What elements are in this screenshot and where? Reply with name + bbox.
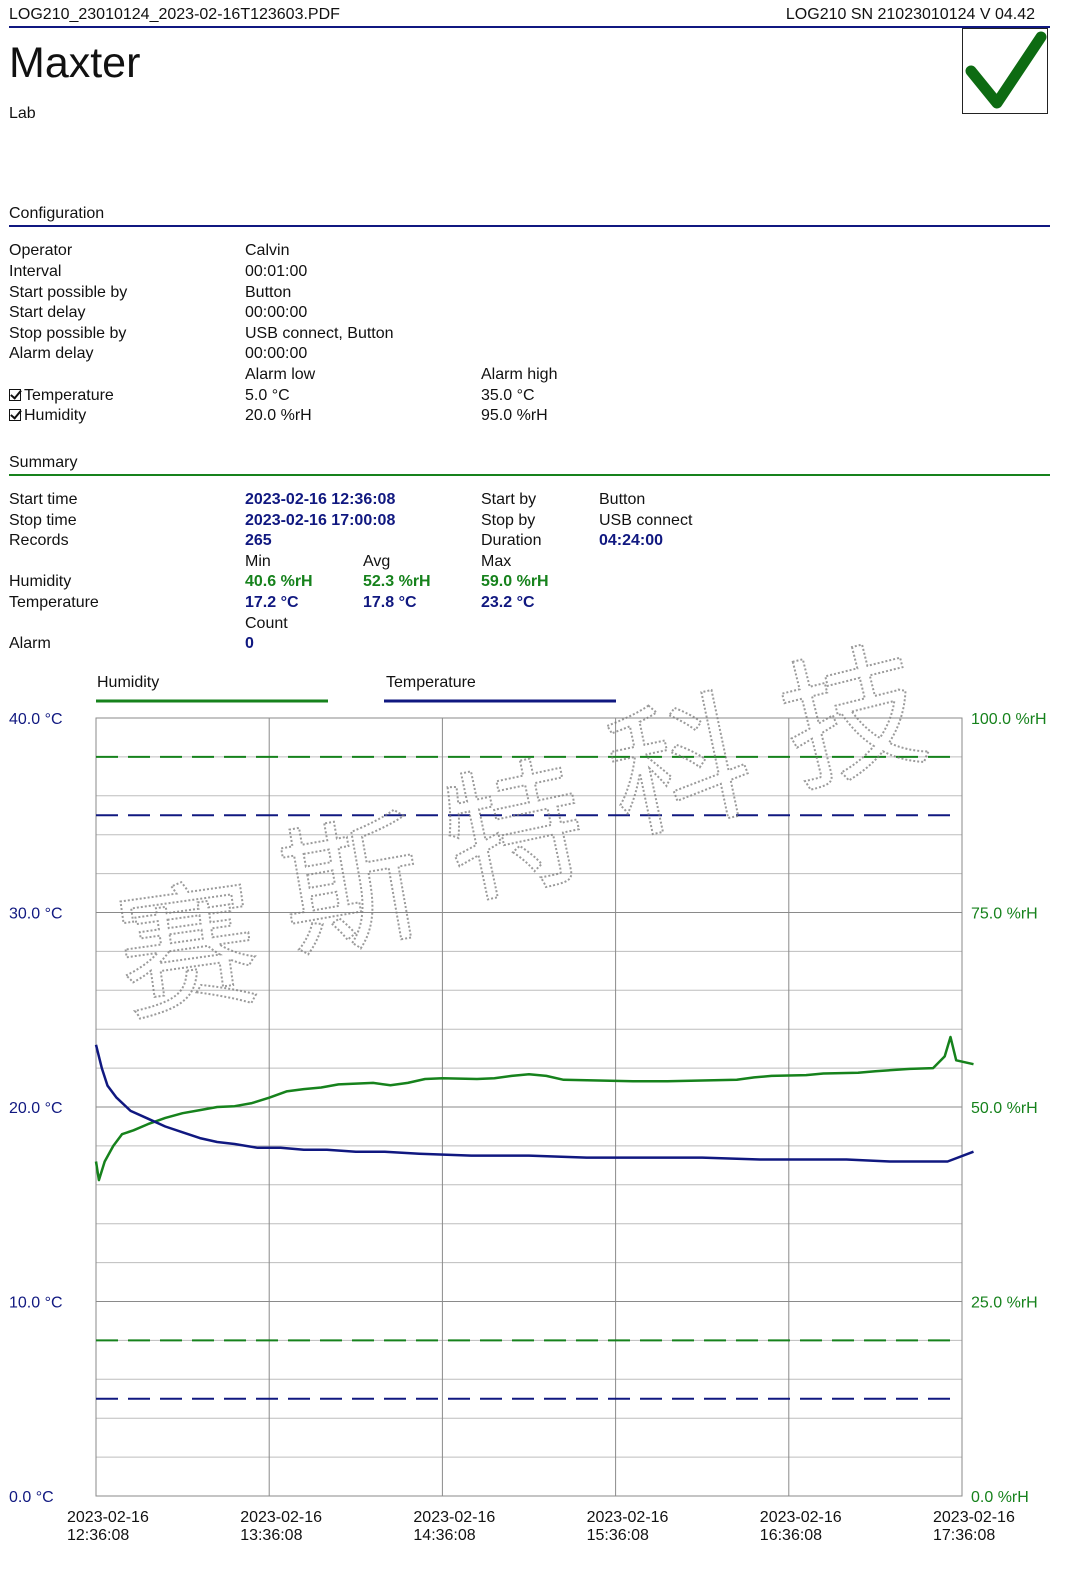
watermark-char-4: 技 [766, 623, 941, 815]
x-tick-date-label: 2023-02-16 [933, 1509, 1015, 1526]
x-tick-time-label: 13:36:08 [240, 1527, 302, 1544]
y-left-tick-label: 20.0 °C [9, 1100, 63, 1117]
y-right-tick-label: 75.0 %rH [971, 906, 1038, 923]
watermark: 赛 斯 特 科 技 [107, 622, 942, 1045]
x-tick-date-label: 2023-02-16 [67, 1509, 149, 1526]
chart-series [94, 1035, 974, 1182]
y-left-tick-label: 0.0 °C [9, 1489, 54, 1506]
legend-temperature-label: Temperature [386, 674, 476, 691]
x-tick-time-label: 17:36:08 [933, 1527, 995, 1544]
x-tick-time-label: 15:36:08 [587, 1527, 649, 1544]
x-tick-time-label: 14:36:08 [413, 1527, 475, 1544]
y-right-tick-label: 100.0 %rH [971, 711, 1047, 728]
y-right-tick-label: 25.0 %rH [971, 1295, 1038, 1312]
watermark-char-2: 特 [430, 739, 601, 928]
x-tick-date-label: 2023-02-16 [760, 1509, 842, 1526]
x-tick-date-label: 2023-02-16 [587, 1509, 669, 1526]
x-tick-time-label: 16:36:08 [760, 1527, 822, 1544]
y-right-tick-label: 0.0 %rH [971, 1489, 1029, 1506]
y-right-tick-label: 50.0 %rH [971, 1100, 1038, 1117]
legend-humidity-label: Humidity [97, 674, 159, 691]
temperature-series-line [94, 1044, 974, 1163]
watermark-char-0: 赛 [108, 863, 269, 1044]
y-left-tick-label: 10.0 °C [9, 1295, 63, 1312]
y-left-tick-label: 30.0 °C [9, 906, 63, 923]
x-tick-date-label: 2023-02-16 [240, 1509, 322, 1526]
x-tick-time-label: 12:36:08 [67, 1527, 129, 1544]
chart: 赛 斯 特 科 技 Humidity Temperature 40.0 °C 30.0… [9, 622, 1047, 1544]
x-tick-date-label: 2023-02-16 [413, 1509, 495, 1526]
watermark-char-1: 斯 [269, 796, 435, 981]
y-left-tick-label: 40.0 °C [9, 711, 63, 728]
